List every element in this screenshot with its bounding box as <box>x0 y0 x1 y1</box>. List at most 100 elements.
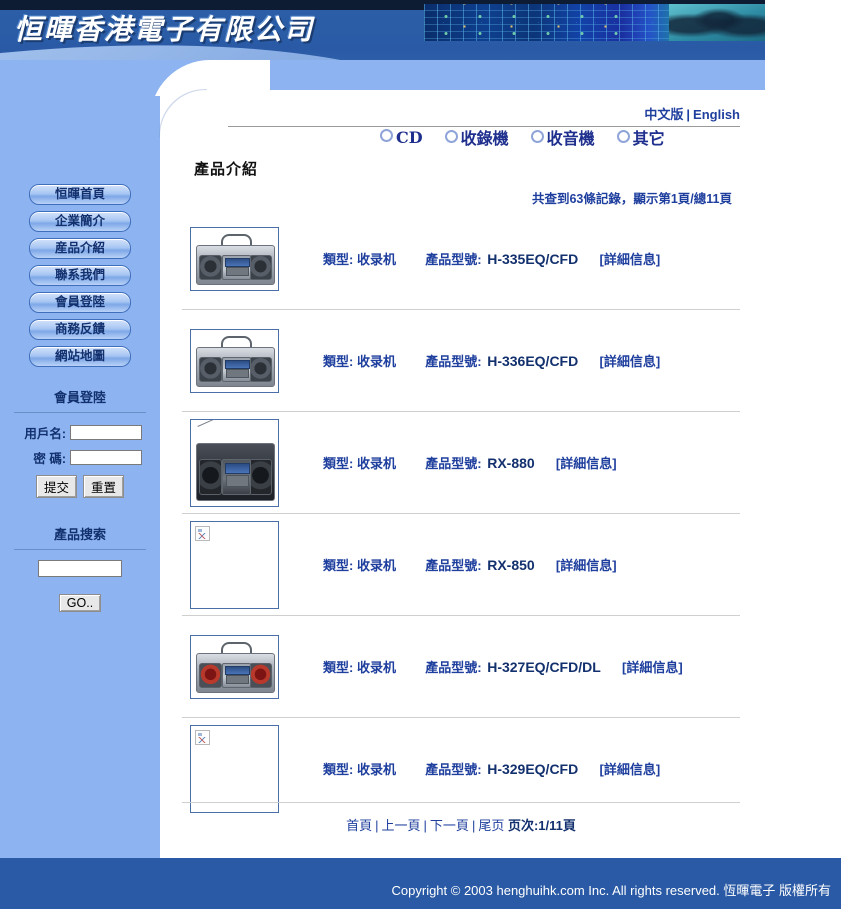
category-link-radio[interactable]: 收音機 <box>530 125 595 149</box>
boombox-console <box>221 255 252 281</box>
site-footer: Copyright © 2003 henghuihk.com Inc. All … <box>0 858 841 909</box>
product-thumbnail[interactable] <box>190 724 279 813</box>
username-input[interactable] <box>70 425 142 440</box>
product-search-input[interactable] <box>38 560 122 577</box>
pager-next-link[interactable]: 下一頁 <box>430 818 469 833</box>
record-count-info: 共查到63條記錄，顯示第1頁/總11頁 <box>531 192 732 206</box>
circuit-board-banner-image <box>424 4 765 41</box>
password-row: 密 碼: <box>0 448 160 467</box>
language-english-link[interactable]: English <box>693 107 740 122</box>
sidebar-item-sitemap[interactable]: 網站地圖 <box>29 346 131 367</box>
boombox-image <box>196 419 275 501</box>
product-detail-link[interactable]: [詳細信息] <box>599 762 660 777</box>
product-thumbnail[interactable] <box>190 226 279 291</box>
category-label-other: 其它 <box>632 129 665 148</box>
password-input[interactable] <box>70 450 142 465</box>
category-link-cassette-recorder[interactable]: 收錄機 <box>444 125 509 149</box>
login-panel-title: 會員登陸 <box>53 390 106 405</box>
product-thumbnail[interactable] <box>190 520 279 609</box>
circle-bullet-icon <box>380 128 393 142</box>
product-type-value: 收录机 <box>356 456 396 471</box>
language-separator: | <box>686 107 691 122</box>
login-reset-button[interactable]: 重置 <box>83 475 125 498</box>
pager-prev-link[interactable]: 上一頁 <box>382 818 421 833</box>
category-nav: CD 收錄機 收音機 其它 <box>380 125 665 149</box>
product-model-label: 產品型號: <box>425 558 482 573</box>
boombox-display <box>225 666 250 675</box>
pager-separator: | <box>375 818 379 833</box>
sidebar-item-products[interactable]: 産品介紹 <box>29 238 131 259</box>
boombox-image <box>196 641 275 693</box>
product-thumbnail[interactable] <box>190 328 279 393</box>
sidebar-item-about[interactable]: 企業簡介 <box>29 211 131 232</box>
boombox-body <box>196 652 275 693</box>
boombox-display <box>225 360 250 369</box>
product-thumbnail[interactable] <box>190 418 279 507</box>
username-label: 用戶名: <box>24 427 66 441</box>
search-button-row: GO.. <box>0 594 160 612</box>
table-row: 類型: 收录机 產品型號: RX-850 [詳細信息] <box>182 514 740 616</box>
boombox-body <box>196 346 275 387</box>
sidebar-item-member-login[interactable]: 會員登陸 <box>29 292 131 313</box>
broken-image-icon <box>195 525 210 541</box>
boombox-body <box>196 244 275 285</box>
login-divider <box>14 412 146 413</box>
people-photo-overlay <box>669 4 765 41</box>
pager-last-link[interactable]: 尾页 <box>478 818 504 833</box>
product-info: 類型: 收录机 產品型號: H-335EQ/CFD [詳細信息] <box>323 249 660 268</box>
product-detail-link[interactable]: [詳細信息] <box>622 660 683 675</box>
search-divider <box>14 549 146 550</box>
product-model-label: 產品型號: <box>425 354 482 369</box>
copyright-text: Copyright © 2003 henghuihk.com Inc. All … <box>391 883 831 898</box>
category-label-cd: CD <box>396 127 423 147</box>
circle-bullet-icon <box>616 130 630 143</box>
boombox-display <box>225 258 250 267</box>
product-detail-link[interactable]: [詳細信息] <box>599 252 660 267</box>
sidebar-item-home[interactable]: 恒暉首頁 <box>29 184 131 205</box>
boombox-image <box>196 233 275 285</box>
boombox-image <box>196 335 275 387</box>
company-title: 恒暉香港電子有限公司 <box>14 13 315 46</box>
language-chinese-link[interactable]: 中文版 <box>644 107 683 122</box>
category-link-cd[interactable]: CD <box>380 128 423 147</box>
language-bar: 中文版 | English <box>228 104 740 127</box>
product-model-value: RX-880 <box>487 455 535 471</box>
search-go-button[interactable]: GO.. <box>58 594 102 612</box>
product-detail-link[interactable]: [詳細信息] <box>556 456 617 471</box>
product-model-value: RX-850 <box>487 557 535 573</box>
product-type-value: 收录机 <box>356 252 396 267</box>
product-detail-link[interactable]: [詳細信息] <box>556 558 617 573</box>
product-model-label: 產品型號: <box>425 252 482 267</box>
table-row: 類型: 收录机 產品型號: H-335EQ/CFD [詳細信息] <box>182 208 740 310</box>
sidebar-item-contact[interactable]: 聯系我們 <box>29 265 131 286</box>
speaker-left <box>198 458 223 496</box>
page-title: 產品介紹 <box>194 161 259 178</box>
boombox-deck <box>225 475 249 488</box>
product-model-value: H-336EQ/CFD <box>487 353 579 369</box>
product-model-value: H-329EQ/CFD <box>487 761 579 777</box>
product-info: 類型: 收录机 產品型號: H-327EQ/CFD/DL [詳細信息] <box>323 657 683 676</box>
product-type-value: 收录机 <box>356 558 396 573</box>
product-type-label: 類型: <box>323 660 354 675</box>
product-model-label: 產品型號: <box>425 660 482 675</box>
boombox-console <box>221 357 252 383</box>
category-link-other[interactable]: 其它 <box>616 125 665 149</box>
circle-bullet-icon <box>444 130 458 143</box>
category-label-radio: 收音機 <box>546 129 595 148</box>
product-detail-link[interactable]: [詳細信息] <box>599 354 660 369</box>
sidebar-item-feedback[interactable]: 商務反饋 <box>29 319 131 340</box>
product-list: 類型: 收录机 產品型號: H-335EQ/CFD [詳細信息] 類型: 收录机… <box>182 208 740 819</box>
product-type-value: 收录机 <box>356 354 396 369</box>
product-model-label: 產品型號: <box>425 762 482 777</box>
login-submit-button[interactable]: 提交 <box>35 475 77 498</box>
speaker-left <box>198 255 223 281</box>
product-type-label: 類型: <box>323 252 354 267</box>
boombox-deck <box>225 368 249 378</box>
product-thumbnail[interactable] <box>190 634 279 699</box>
pager-first-link[interactable]: 首頁 <box>346 818 372 833</box>
product-type-label: 類型: <box>323 762 354 777</box>
pager-separator: | <box>423 818 427 833</box>
product-type-label: 類型: <box>323 354 354 369</box>
speaker-right <box>248 255 273 281</box>
boombox-deck <box>225 266 249 276</box>
